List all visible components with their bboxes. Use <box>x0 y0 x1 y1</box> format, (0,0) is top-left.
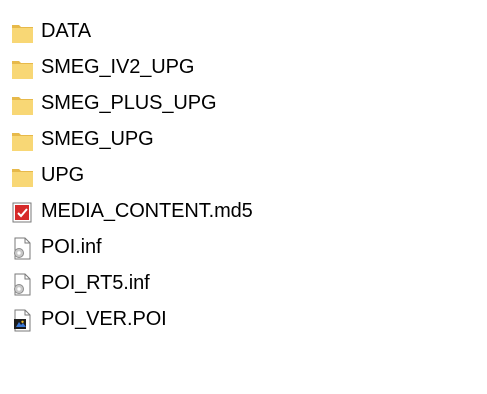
item-label: DATA <box>41 20 91 42</box>
item-label: SMEG_PLUS_UPG <box>41 92 217 114</box>
settings-file-icon <box>11 273 34 296</box>
folder-icon <box>11 93 34 116</box>
list-item-upg[interactable]: UPG <box>11 158 487 194</box>
list-item-smeg-upg[interactable]: SMEG_UPG <box>11 122 487 158</box>
item-label: MEDIA_CONTENT.md5 <box>41 200 253 222</box>
list-item-data[interactable]: DATA <box>11 14 487 50</box>
media-file-icon <box>11 309 34 332</box>
list-item-smeg-plus-upg[interactable]: SMEG_PLUS_UPG <box>11 86 487 122</box>
item-label: POI.inf <box>41 236 102 258</box>
item-label: SMEG_UPG <box>41 128 154 150</box>
folder-icon <box>11 165 34 188</box>
list-item-poi-rt5-inf[interactable]: POI_RT5.inf <box>11 266 487 302</box>
list-item-smeg-iv2-upg[interactable]: SMEG_IV2_UPG <box>11 50 487 86</box>
item-label: UPG <box>41 164 85 186</box>
settings-file-icon <box>11 237 34 260</box>
list-item-poi-ver-poi[interactable]: POI_VER.POI <box>11 302 487 338</box>
item-label: POI_VER.POI <box>41 308 167 330</box>
folder-icon <box>11 21 34 44</box>
file-list: DATA SMEG_IV2_UPG SMEG_PLUS_UPG SMEG_UPG <box>0 0 487 394</box>
checksum-file-icon <box>11 201 34 224</box>
item-label: SMEG_IV2_UPG <box>41 56 195 78</box>
list-item-poi-inf[interactable]: POI.inf <box>11 230 487 266</box>
folder-icon <box>11 129 34 152</box>
list-item-media-content-md5[interactable]: MEDIA_CONTENT.md5 <box>11 194 487 230</box>
folder-icon <box>11 57 34 80</box>
item-label: POI_RT5.inf <box>41 272 150 294</box>
